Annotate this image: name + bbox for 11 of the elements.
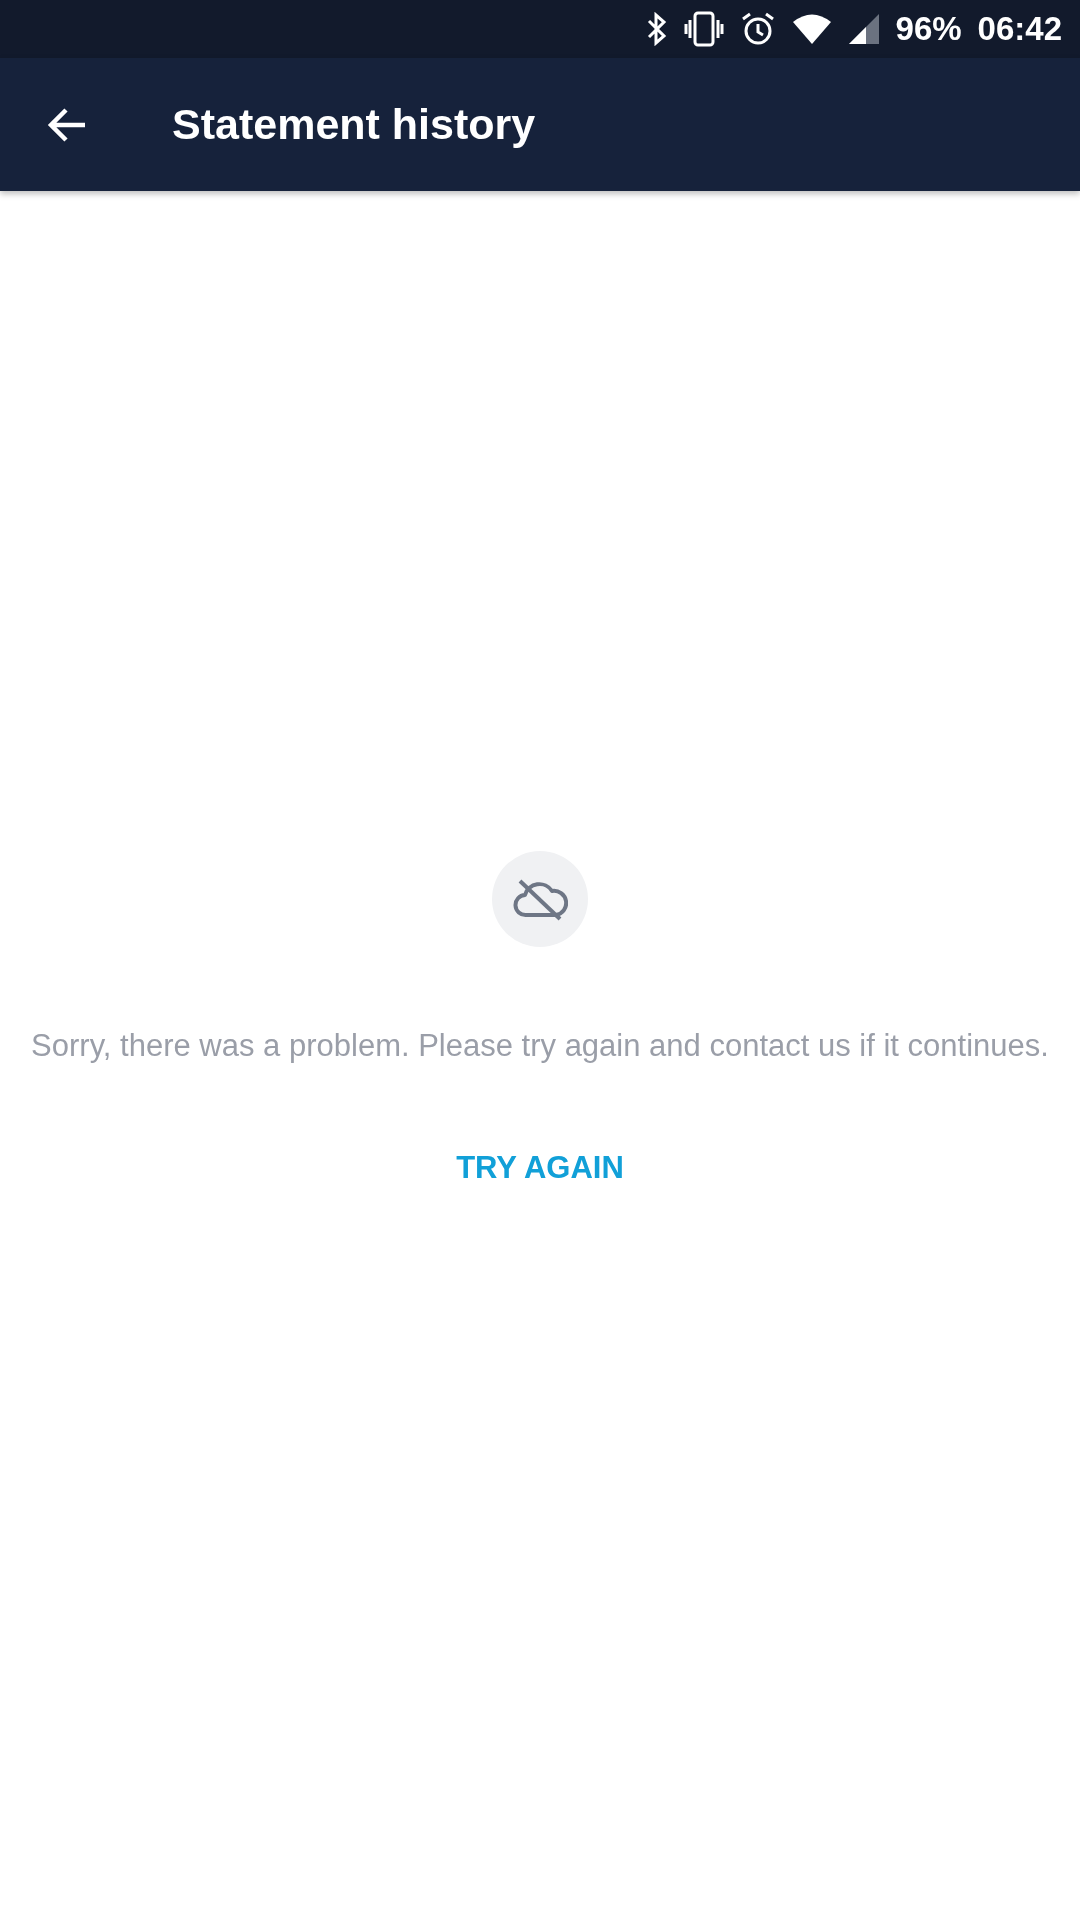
clock-time: 06:42 bbox=[977, 9, 1062, 50]
battery-percent: 96% bbox=[895, 9, 962, 50]
vibrate-icon bbox=[683, 11, 724, 47]
try-again-button[interactable]: TRY AGAIN bbox=[440, 1137, 640, 1200]
signal-icon bbox=[847, 13, 880, 45]
bluetooth-icon bbox=[645, 12, 668, 46]
wifi-icon bbox=[791, 13, 832, 45]
back-arrow-icon bbox=[47, 106, 87, 143]
screen-title: Statement history bbox=[172, 99, 536, 151]
error-message: Sorry, there was a problem. Please try again and contact us if it continues. bbox=[30, 1027, 1050, 1065]
alarm-icon bbox=[739, 11, 776, 47]
